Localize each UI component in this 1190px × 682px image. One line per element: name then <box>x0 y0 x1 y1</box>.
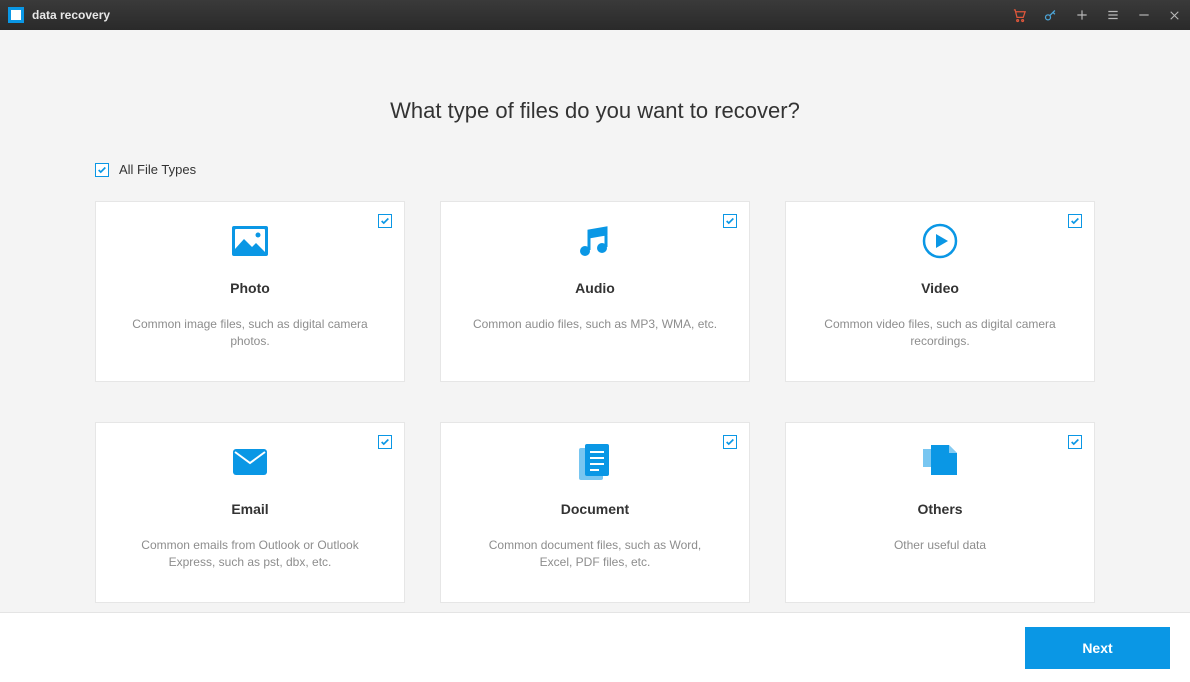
card-document-desc: Common document files, such as Word, Exc… <box>441 537 749 572</box>
next-button[interactable]: Next <box>1025 627 1170 669</box>
all-file-types-toggle[interactable]: All File Types <box>95 162 1095 177</box>
card-audio-checkbox[interactable] <box>723 214 737 228</box>
page-heading: What type of files do you want to recove… <box>390 98 800 124</box>
card-document-title: Document <box>561 501 629 517</box>
card-others[interactable]: Others Other useful data <box>785 422 1095 603</box>
card-photo-desc: Common image files, such as digital came… <box>96 316 404 351</box>
email-icon <box>233 441 267 483</box>
card-email-checkbox[interactable] <box>378 435 392 449</box>
app-title: data recovery <box>32 8 110 22</box>
document-icon <box>579 441 611 483</box>
cart-icon[interactable] <box>1012 8 1027 23</box>
video-icon <box>922 220 958 262</box>
card-photo[interactable]: Photo Common image files, such as digita… <box>95 201 405 382</box>
card-document-checkbox[interactable] <box>723 435 737 449</box>
audio-icon <box>580 220 610 262</box>
titlebar-right <box>1012 8 1182 23</box>
footer: Next <box>0 612 1190 682</box>
titlebar-left: data recovery <box>8 7 110 23</box>
menu-icon[interactable] <box>1105 8 1120 23</box>
card-email-title: Email <box>231 501 268 517</box>
card-others-title: Others <box>917 501 962 517</box>
all-file-types-checkbox[interactable] <box>95 163 109 177</box>
photo-icon <box>232 220 268 262</box>
key-icon[interactable] <box>1043 8 1058 23</box>
card-video-title: Video <box>921 280 959 296</box>
card-others-desc: Other useful data <box>864 537 1016 554</box>
card-document[interactable]: Document Common document files, such as … <box>440 422 750 603</box>
card-video-desc: Common video files, such as digital came… <box>786 316 1094 351</box>
card-audio-title: Audio <box>575 280 615 296</box>
titlebar: data recovery <box>0 0 1190 30</box>
plus-icon[interactable] <box>1074 8 1089 23</box>
close-icon[interactable] <box>1167 8 1182 23</box>
card-email-desc: Common emails from Outlook or Outlook Ex… <box>96 537 404 572</box>
main-area: What type of files do you want to recove… <box>0 30 1190 612</box>
card-audio[interactable]: Audio Common audio files, such as MP3, W… <box>440 201 750 382</box>
content-wrapper: All File Types Photo Common image files,… <box>95 162 1095 603</box>
app-logo-icon <box>8 7 24 23</box>
card-photo-title: Photo <box>230 280 270 296</box>
card-video[interactable]: Video Common video files, such as digita… <box>785 201 1095 382</box>
card-video-checkbox[interactable] <box>1068 214 1082 228</box>
minimize-icon[interactable] <box>1136 8 1151 23</box>
card-audio-desc: Common audio files, such as MP3, WMA, et… <box>443 316 747 333</box>
card-email[interactable]: Email Common emails from Outlook or Outl… <box>95 422 405 603</box>
others-icon <box>923 441 957 483</box>
card-others-checkbox[interactable] <box>1068 435 1082 449</box>
file-type-grid: Photo Common image files, such as digita… <box>95 201 1095 603</box>
card-photo-checkbox[interactable] <box>378 214 392 228</box>
all-file-types-label: All File Types <box>119 162 196 177</box>
